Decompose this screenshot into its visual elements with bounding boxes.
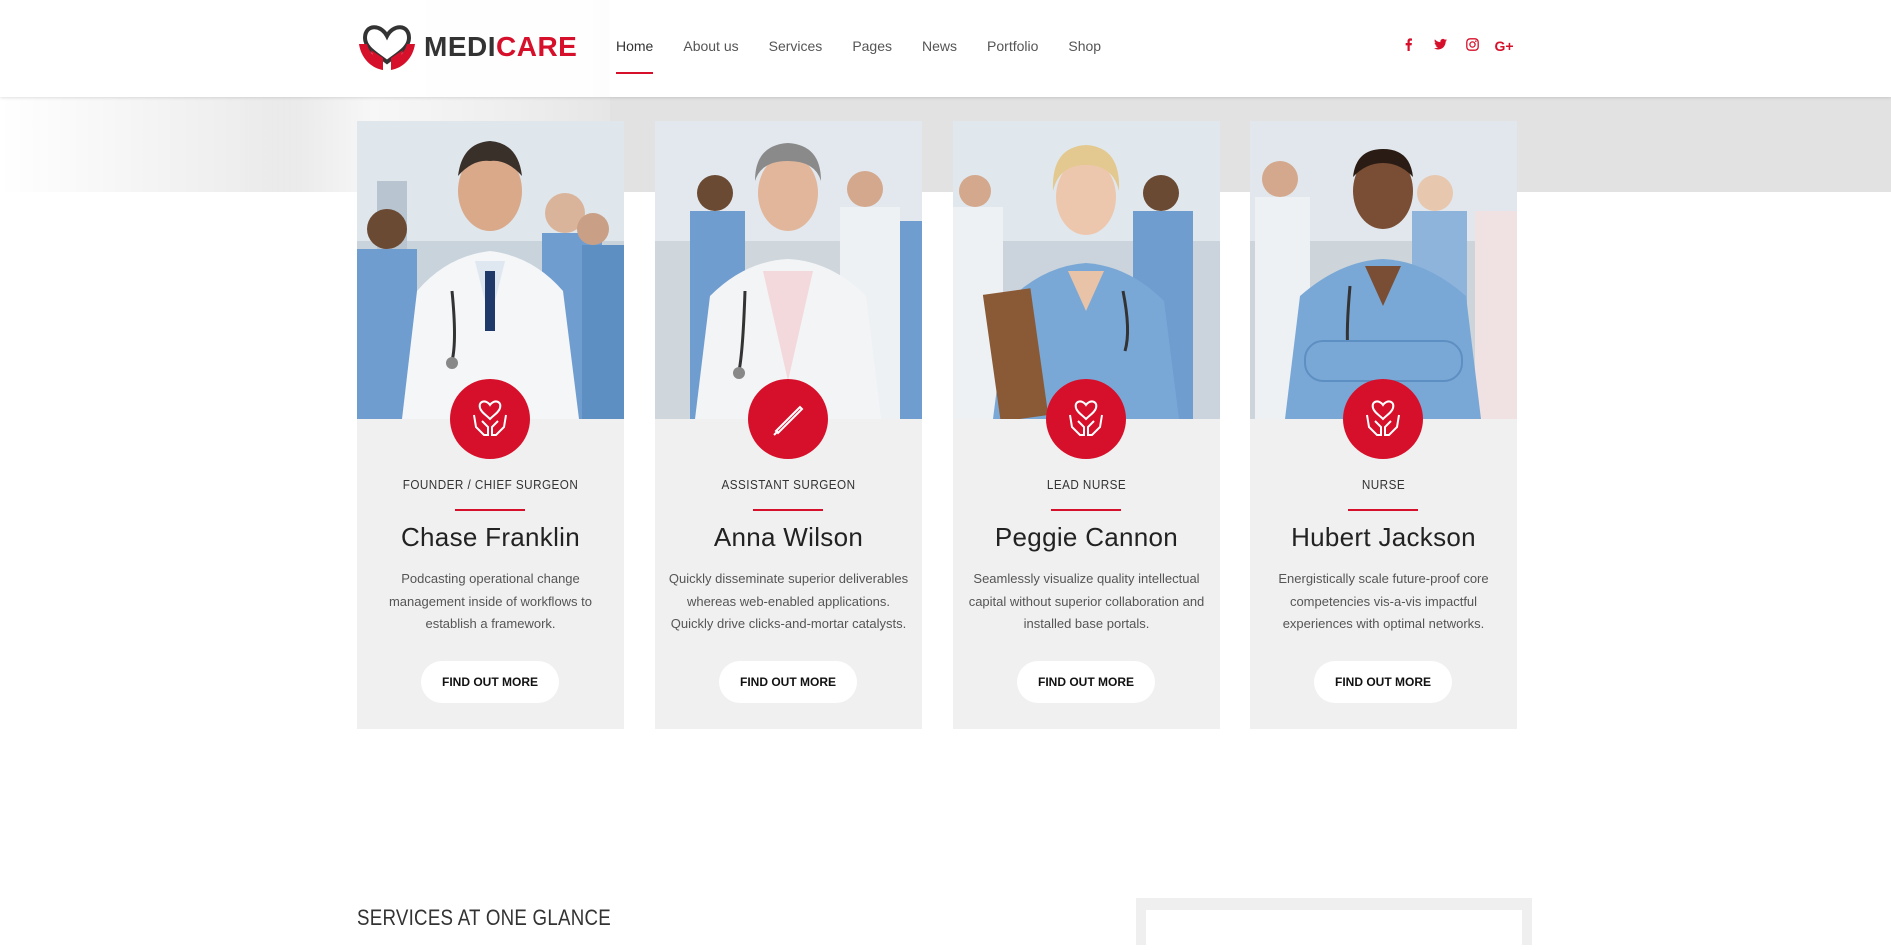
logo-text-medi: MEDI — [424, 31, 496, 62]
hero-fade — [0, 97, 300, 192]
team-role: FOUNDER / CHIEF SURGEON — [402, 477, 579, 492]
find-out-more-button[interactable]: FIND OUT MORE — [421, 661, 559, 703]
team-role: ASSISTANT SURGEON — [721, 477, 856, 492]
team-card-chase-franklin: FOUNDER / CHIEF SURGEON Chase Franklin P… — [357, 121, 624, 729]
team-description: Energistically scale future-proof core c… — [1278, 571, 1489, 631]
logo-text: MEDICARE — [424, 31, 577, 63]
doctor-photo — [953, 121, 1220, 419]
facebook-icon[interactable] — [1392, 38, 1424, 54]
team-role: LEAD NURSE — [1046, 477, 1127, 492]
find-out-more-button[interactable]: FIND OUT MORE — [1314, 661, 1452, 703]
caring-hands-icon — [1046, 379, 1126, 459]
team-name: Chase Franklin — [400, 522, 581, 552]
nav-home[interactable]: Home — [616, 38, 654, 74]
team-name: Peggie Cannon — [994, 522, 1179, 552]
divider — [753, 509, 823, 511]
social-links: G+ — [1392, 38, 1520, 54]
nav-shop[interactable]: Shop — [1068, 38, 1101, 54]
team-card-anna-wilson: ASSISTANT SURGEON Anna Wilson Quickly di… — [655, 121, 922, 729]
logo-text-care: CARE — [496, 31, 578, 62]
divider — [1348, 509, 1418, 511]
logo[interactable]: MEDICARE — [357, 22, 577, 72]
team-description: Quickly disseminate superior deliverable… — [668, 571, 909, 631]
nav-services[interactable]: Services — [769, 38, 823, 54]
side-widget-inner — [1146, 910, 1522, 950]
team-description: Podcasting operational change management… — [388, 571, 593, 631]
site-header: MEDICARE Home About us Services Pages Ne… — [0, 0, 1891, 97]
caring-hands-icon — [1343, 379, 1423, 459]
nav-about-us[interactable]: About us — [683, 38, 738, 54]
team-description: Seamlessly visualize quality intellectua… — [968, 571, 1205, 631]
team-name: Hubert Jackson — [1291, 522, 1476, 552]
team-card-peggie-cannon: LEAD NURSE Peggie Cannon Seamlessly visu… — [953, 121, 1220, 729]
nav-news[interactable]: News — [922, 38, 957, 54]
nav-pages[interactable]: Pages — [852, 38, 892, 54]
google-plus-icon[interactable]: G+ — [1488, 38, 1520, 54]
doctor-photo — [357, 121, 624, 419]
divider — [1051, 509, 1121, 511]
heart-hands-logo-icon — [359, 25, 415, 70]
team-card-hubert-jackson: NURSE Hubert Jackson Energistically scal… — [1250, 121, 1517, 729]
twitter-icon[interactable] — [1424, 38, 1456, 54]
team-role: NURSE — [1361, 477, 1406, 492]
nav-portfolio[interactable]: Portfolio — [987, 38, 1038, 54]
side-widget — [1136, 898, 1532, 950]
instagram-icon[interactable] — [1456, 38, 1488, 54]
find-out-more-button[interactable]: FIND OUT MORE — [719, 661, 857, 703]
caring-hands-icon — [450, 379, 530, 459]
doctor-photo — [1250, 121, 1517, 419]
find-out-more-button[interactable]: FIND OUT MORE — [1017, 661, 1155, 703]
services-section-title: SERVICES AT ONE GLANCE — [357, 905, 611, 930]
team-name: Anna Wilson — [713, 522, 864, 552]
scalpel-icon — [748, 379, 828, 459]
main-nav: Home About us Services Pages News Portfo… — [616, 38, 1131, 74]
divider — [455, 509, 525, 511]
doctor-photo — [655, 121, 922, 419]
